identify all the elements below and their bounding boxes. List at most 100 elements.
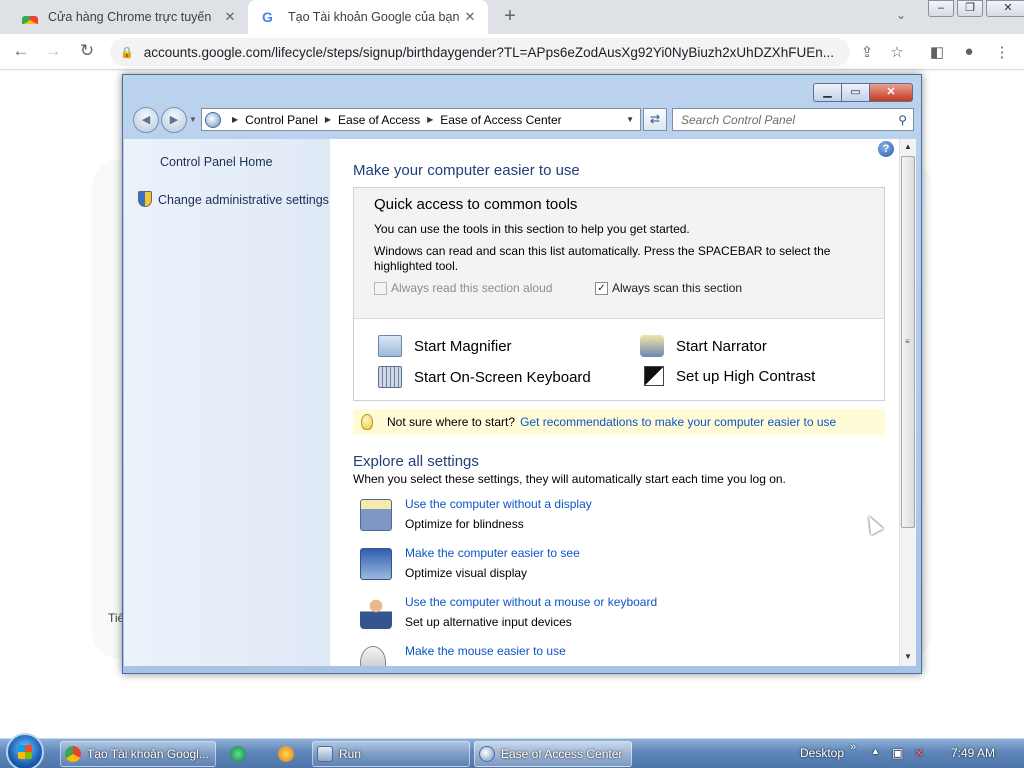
minimize-button[interactable]: ▁	[813, 83, 841, 102]
desktop-toolbar-label[interactable]: Desktop	[800, 746, 844, 760]
clock[interactable]: 7:49 AM	[951, 746, 995, 760]
windows-logo-icon	[18, 745, 32, 759]
address-bar[interactable]: 🔒 accounts.google.com/lifecycle/steps/si…	[110, 38, 850, 66]
high-contrast-button[interactable]: Set up High Contrast	[644, 366, 815, 386]
share-icon[interactable]: ⇪	[857, 43, 877, 61]
breadcrumb-control-panel[interactable]: Control Panel	[245, 113, 318, 127]
setting-title[interactable]: Use the computer without a display	[405, 497, 592, 511]
search-input[interactable]	[681, 112, 881, 127]
narrator-icon	[640, 335, 664, 357]
chrome-icon	[65, 746, 81, 762]
run-icon	[317, 746, 333, 762]
breadcrumb-ease-of-access-center[interactable]: Ease of Access Center	[440, 113, 561, 127]
taskbar-ease-of-access-button[interactable]: Ease of Access Center	[474, 741, 632, 767]
lock-icon: 🔒	[120, 46, 134, 59]
setting-description: Set up alternative input devices	[405, 615, 572, 629]
search-box[interactable]: ⚲	[672, 108, 914, 131]
reload-icon[interactable]: ↻	[76, 41, 98, 61]
volume-muted-icon[interactable]: ✕	[914, 746, 924, 760]
minimize-button[interactable]: –	[928, 0, 954, 17]
read-aloud-checkbox[interactable]: Always read this section aloud	[374, 281, 552, 295]
setting-title[interactable]: Use the computer without a mouse or keyb…	[405, 595, 657, 609]
tab-title: Tạo Tài khoản Google của bạn	[288, 10, 460, 24]
tab-title: Cửa hàng Chrome trực tuyến	[48, 10, 212, 24]
taskbar-run-button[interactable]: Run	[312, 741, 470, 767]
show-hidden-icons-icon[interactable]: ▲	[871, 746, 880, 756]
search-icon[interactable]: ⚲	[898, 113, 907, 127]
bookmark-star-icon[interactable]: ☆	[887, 43, 907, 61]
taskbar-emoji-app[interactable]	[274, 741, 306, 767]
recommendations-link[interactable]: Get recommendations to make your compute…	[520, 415, 836, 429]
scroll-down-icon[interactable]: ▼	[900, 649, 916, 665]
high-contrast-label: Set up High Contrast	[676, 367, 816, 385]
page-title: Make your computer easier to use	[353, 162, 580, 179]
browser-tabstrip: Cửa hàng Chrome trực tuyến ✕ G Tạo Tài k…	[0, 0, 1024, 34]
side-panel-icon[interactable]: ◧	[927, 43, 947, 61]
control-panel-icon	[205, 111, 221, 128]
setting-description: Optimize for blindness	[405, 517, 524, 531]
control-panel-home-link[interactable]: Control Panel Home	[160, 155, 273, 169]
scan-section-checkbox[interactable]: ✓ Always scan this section	[595, 281, 742, 295]
close-button[interactable]: ✕	[869, 83, 913, 102]
monitor-speech-icon	[360, 499, 392, 531]
setting-easier-to-see[interactable]: Make the computer easier to see Optimize…	[360, 546, 840, 586]
profile-avatar-icon[interactable]: ●	[959, 43, 979, 60]
help-icon[interactable]: ?	[878, 141, 894, 157]
chevron-right-icon[interactable]: ▶	[325, 115, 331, 124]
back-arrow-icon[interactable]: ◀	[133, 107, 159, 133]
explore-settings-title: Explore all settings	[353, 453, 479, 470]
recommendations-bar: Not sure where to start? Get recommendat…	[353, 409, 885, 435]
start-on-screen-keyboard-button[interactable]: Start On-Screen Keyboard	[378, 366, 591, 388]
more-menu-icon[interactable]: ⋮	[992, 43, 1012, 61]
read-aloud-label: Always read this section aloud	[391, 281, 553, 295]
browser-window-controls: – ❐ ✕	[928, 0, 1024, 17]
change-admin-settings-label: Change administrative settings	[158, 193, 329, 207]
chevron-right-icon[interactable]: ▶	[232, 115, 238, 124]
start-narrator-button[interactable]: Start Narrator	[640, 335, 767, 357]
refresh-button[interactable]: ⇄	[643, 108, 667, 131]
address-dropdown-icon[interactable]: ▼	[620, 115, 640, 124]
new-tab-button[interactable]: +	[498, 5, 522, 28]
close-button[interactable]: ✕	[986, 0, 1024, 17]
close-tab-icon[interactable]: ✕	[462, 9, 478, 25]
setting-without-display[interactable]: Use the computer without a display Optim…	[360, 497, 840, 537]
breadcrumb[interactable]: ▶ Control Panel ▶ Ease of Access ▶ Ease …	[201, 108, 641, 131]
toolbar-expand-icon[interactable]: »	[850, 741, 856, 753]
setting-description: Optimize visual display	[405, 566, 528, 580]
breadcrumb-ease-of-access[interactable]: Ease of Access	[338, 113, 420, 127]
taskbar-button-label: Ease of Access Center	[501, 747, 623, 761]
tab-search-chevron-icon[interactable]: ⌄	[896, 8, 906, 22]
tab-google-account[interactable]: G Tạo Tài khoản Google của bạn ✕	[248, 0, 488, 34]
quick-access-scan-text-2: highlighted tool.	[374, 259, 459, 273]
setting-without-mouse-keyboard[interactable]: Use the computer without a mouse or keyb…	[360, 595, 840, 635]
setting-title[interactable]: Make the mouse easier to use	[405, 644, 566, 658]
taskbar-app-icon[interactable]	[226, 741, 258, 767]
forward-arrow-icon[interactable]: ▶	[161, 107, 187, 133]
taskbar-chrome-button[interactable]: Tạo Tài khoản Googl...	[60, 741, 216, 767]
uac-shield-icon	[138, 191, 152, 207]
scroll-thumb[interactable]: ≡	[901, 156, 915, 528]
quick-access-scan-text: Windows can read and scan this list auto…	[374, 244, 831, 258]
back-arrow-icon[interactable]: ←	[10, 41, 32, 61]
restore-button[interactable]: ❐	[957, 0, 983, 17]
vertical-scrollbar[interactable]: ▲ ≡ ▼	[899, 139, 916, 666]
maximize-button[interactable]: ▭	[841, 83, 869, 102]
change-admin-settings-link[interactable]: Change administrative settings	[138, 191, 329, 207]
forward-arrow-icon[interactable]: →	[42, 41, 64, 61]
taskbar-button-label: Tạo Tài khoản Googl...	[87, 747, 209, 761]
start-button[interactable]	[6, 733, 44, 768]
magnifier-icon	[378, 335, 402, 357]
close-tab-icon[interactable]: ✕	[222, 9, 238, 25]
recent-pages-dropdown-icon[interactable]: ▼	[189, 115, 197, 124]
tip-question: Not sure where to start?	[387, 415, 516, 429]
taskbar-button-label: Run	[339, 747, 362, 761]
window-caption-buttons: ▁ ▭ ✕	[813, 83, 913, 102]
start-magnifier-button[interactable]: Start Magnifier	[378, 335, 512, 357]
setting-title[interactable]: Make the computer easier to see	[405, 546, 580, 560]
setting-mouse-easier[interactable]: Make the mouse easier to use	[360, 644, 840, 666]
tab-chrome-web-store[interactable]: Cửa hàng Chrome trực tuyến ✕	[8, 0, 248, 34]
chevron-right-icon[interactable]: ▶	[427, 115, 433, 124]
scroll-up-icon[interactable]: ▲	[900, 139, 916, 155]
network-icon[interactable]: ▣	[892, 746, 903, 760]
start-magnifier-label: Start Magnifier	[414, 337, 512, 355]
